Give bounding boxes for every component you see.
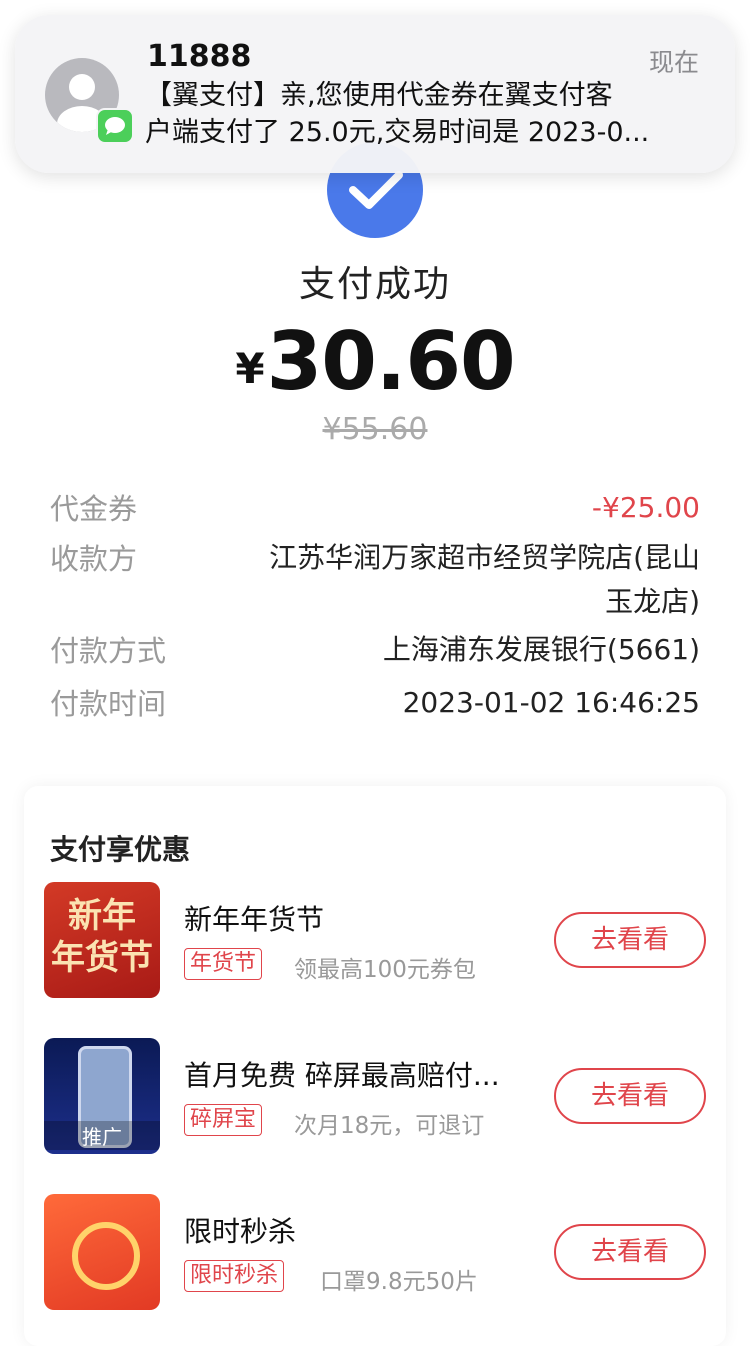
- promo-tag: 碎屏宝: [184, 1104, 263, 1136]
- promo-name: 首月免费 碎屏最高赔付...: [184, 1059, 500, 1092]
- screen-insurance-promo-image: 推广: [44, 1038, 160, 1154]
- promo-name: 限时秒杀: [184, 1215, 297, 1248]
- payee-value-line1: 江苏华润万家超市经贸学院店(昆山: [269, 541, 700, 574]
- promo-desc: 次月18元，可退订: [294, 1113, 485, 1139]
- go-see-button[interactable]: 去看看: [554, 912, 706, 968]
- messages-app-icon: [96, 108, 134, 144]
- detail-row-voucher: 代金券 -¥25.00: [50, 486, 700, 530]
- original-amount: ¥55.60: [322, 412, 428, 447]
- notification-message-line2: 户端支付了 25.0元,交易时间是 2023-0...: [145, 117, 650, 148]
- promo-tag: 限时秒杀: [184, 1260, 285, 1292]
- flash-sale-promo-image: [44, 1194, 160, 1310]
- go-see-button[interactable]: 去看看: [554, 1224, 706, 1280]
- promo-item-screen-insurance[interactable]: 推广 首月免费 碎屏最高赔付... 碎屏宝 次月18元，可退订 去看看: [44, 1038, 706, 1156]
- promo-desc: 领最高100元券包: [294, 957, 476, 983]
- newyear-promo-image: 新年 年货节: [44, 882, 160, 998]
- notification-sender: 11888: [147, 39, 252, 74]
- detail-row-payee: 收款方 江苏华润万家超市经贸学院店(昆山 玉龙店): [50, 536, 700, 626]
- sms-notification[interactable]: 11888 现在 【翼支付】亲,您使用代金券在翼支付客 户端支付了 25.0元,…: [15, 15, 735, 173]
- promo-item-newyear[interactable]: 新年 年货节 新年年货节 年货节 领最高100元券包 去看看: [44, 882, 706, 1000]
- promo-name: 新年年货节: [184, 903, 325, 936]
- payee-value: 江苏华润万家超市经贸学院店(昆山 玉龙店): [269, 536, 700, 624]
- go-see-button[interactable]: 去看看: [554, 1068, 706, 1124]
- detail-row-payment-time: 付款时间 2023-01-02 16:46:25: [50, 681, 700, 725]
- voucher-label: 代金券: [50, 492, 138, 526]
- notification-time: 现在: [648, 48, 699, 77]
- voucher-value: -¥25.00: [591, 491, 700, 524]
- payment-method-value: 上海浦东发展银行(5661): [382, 633, 700, 666]
- promo-desc: 口罩9.8元50片: [320, 1269, 478, 1295]
- promo-item-flash-sale[interactable]: 限时秒杀 限时秒杀 口罩9.8元50片 去看看: [44, 1194, 706, 1312]
- currency-symbol: ¥: [235, 344, 265, 393]
- detail-row-payment-method: 付款方式 上海浦东发展银行(5661): [50, 628, 700, 672]
- payment-time-label: 付款时间: [50, 687, 167, 721]
- thumb-text-1: 新年: [68, 896, 136, 936]
- payment-status-title: 支付成功: [298, 264, 451, 305]
- payment-time-value: 2023-01-02 16:46:25: [402, 686, 700, 719]
- payee-value-line2: 玉龙店): [605, 585, 700, 618]
- payment-method-label: 付款方式: [50, 634, 167, 668]
- notification-message: 【翼支付】亲,您使用代金券在翼支付客 户端支付了 25.0元,交易时间是 202…: [145, 77, 705, 151]
- ring-icon: [72, 1222, 140, 1290]
- payee-label: 收款方: [50, 542, 138, 576]
- amount-value: 30.60: [266, 315, 516, 408]
- thumb-text-2: 年货节: [51, 938, 153, 978]
- promotions-card: 支付享优惠 新年 年货节 新年年货节 年货节 领最高100元券包 去看看 推广 …: [24, 786, 726, 1346]
- promo-tag: 年货节: [184, 948, 263, 980]
- notification-message-line1: 【翼支付】亲,您使用代金券在翼支付客: [145, 80, 613, 111]
- ad-label: 推广: [44, 1121, 160, 1150]
- promotions-title: 支付享优惠: [50, 833, 191, 866]
- payment-amount: ¥30.60: [0, 315, 750, 408]
